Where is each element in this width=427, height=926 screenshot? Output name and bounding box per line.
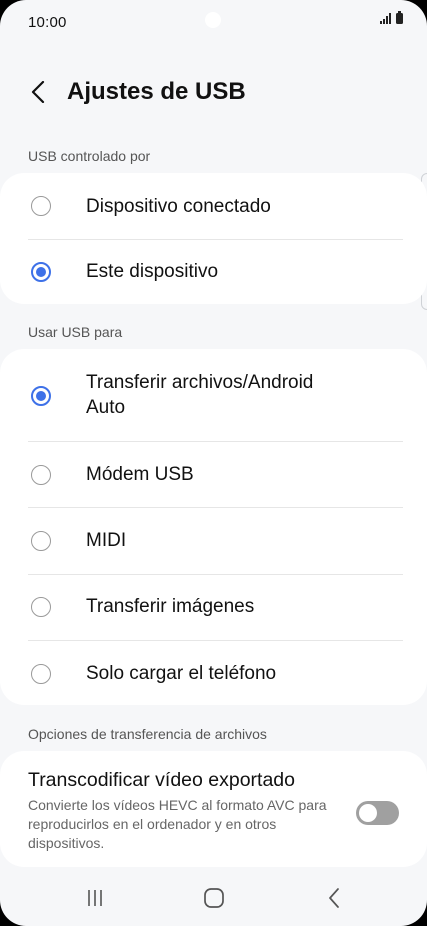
status-icons [380,11,403,24]
card-use-usb-for: Transferir archivos/Android Auto Módem U… [0,349,427,705]
header: Ajustes de USB [0,70,427,114]
option-transferir-archivos[interactable]: Transferir archivos/Android Auto [0,349,427,441]
back-nav-button[interactable] [304,880,364,916]
option-label: Este dispositivo [86,261,219,282]
radio-button[interactable] [31,465,51,485]
battery-icon [396,11,403,24]
option-solo-cargar[interactable]: Solo cargar el teléfono [0,640,427,705]
option-dispositivo-conectado[interactable]: Dispositivo conectado [0,173,427,239]
back-icon [329,888,339,908]
radio-button[interactable] [31,664,51,684]
option-label: Dispositivo conectado [86,196,271,217]
recent-apps-icon [88,890,102,906]
section-label-use-usb-for: Usar USB para [28,324,123,340]
status-time: 10:00 [28,14,67,31]
home-button[interactable] [184,880,244,916]
option-label: Módem USB [86,464,194,485]
status-bar: 10:00 [0,0,427,48]
option-este-dispositivo[interactable]: Este dispositivo [0,239,427,304]
option-transferir-imagenes[interactable]: Transferir imágenes [0,574,427,640]
option-midi[interactable]: MIDI [0,507,427,573]
section-label-usb-controlled-by: USB controlado por [28,148,151,164]
navigation-bar [0,870,427,926]
page-title: Ajustes de USB [67,78,246,105]
chevron-left-icon [31,81,45,103]
recent-apps-button[interactable] [65,880,125,916]
card-usb-controlled-by: Dispositivo conectado Este dispositivo [0,173,427,304]
transcode-description: Convierte los vídeos HEVC al formato AVC… [28,797,327,851]
option-label: Transferir imágenes [86,596,255,617]
option-label: Transferir archivos/Android Auto [86,372,314,418]
radio-button[interactable] [31,531,51,551]
radio-button-selected[interactable] [31,386,51,406]
option-modem-usb[interactable]: Módem USB [0,441,427,507]
back-button[interactable] [22,76,54,108]
option-label: Solo cargar el teléfono [86,663,277,684]
home-icon [204,888,224,908]
transcode-toggle[interactable] [356,801,399,825]
screen: 10:00 Ajustes de USB USB controlado por … [0,0,427,926]
radio-button[interactable] [31,597,51,617]
section-label-file-transfer-options: Opciones de transferencia de archivos [28,726,267,742]
option-label: MIDI [86,530,127,551]
transcode-title: Transcodificar vídeo exportado [28,769,296,791]
camera-cutout [205,12,221,28]
radio-button-selected[interactable] [31,262,51,282]
signal-icon [380,13,391,24]
radio-button[interactable] [31,196,51,216]
